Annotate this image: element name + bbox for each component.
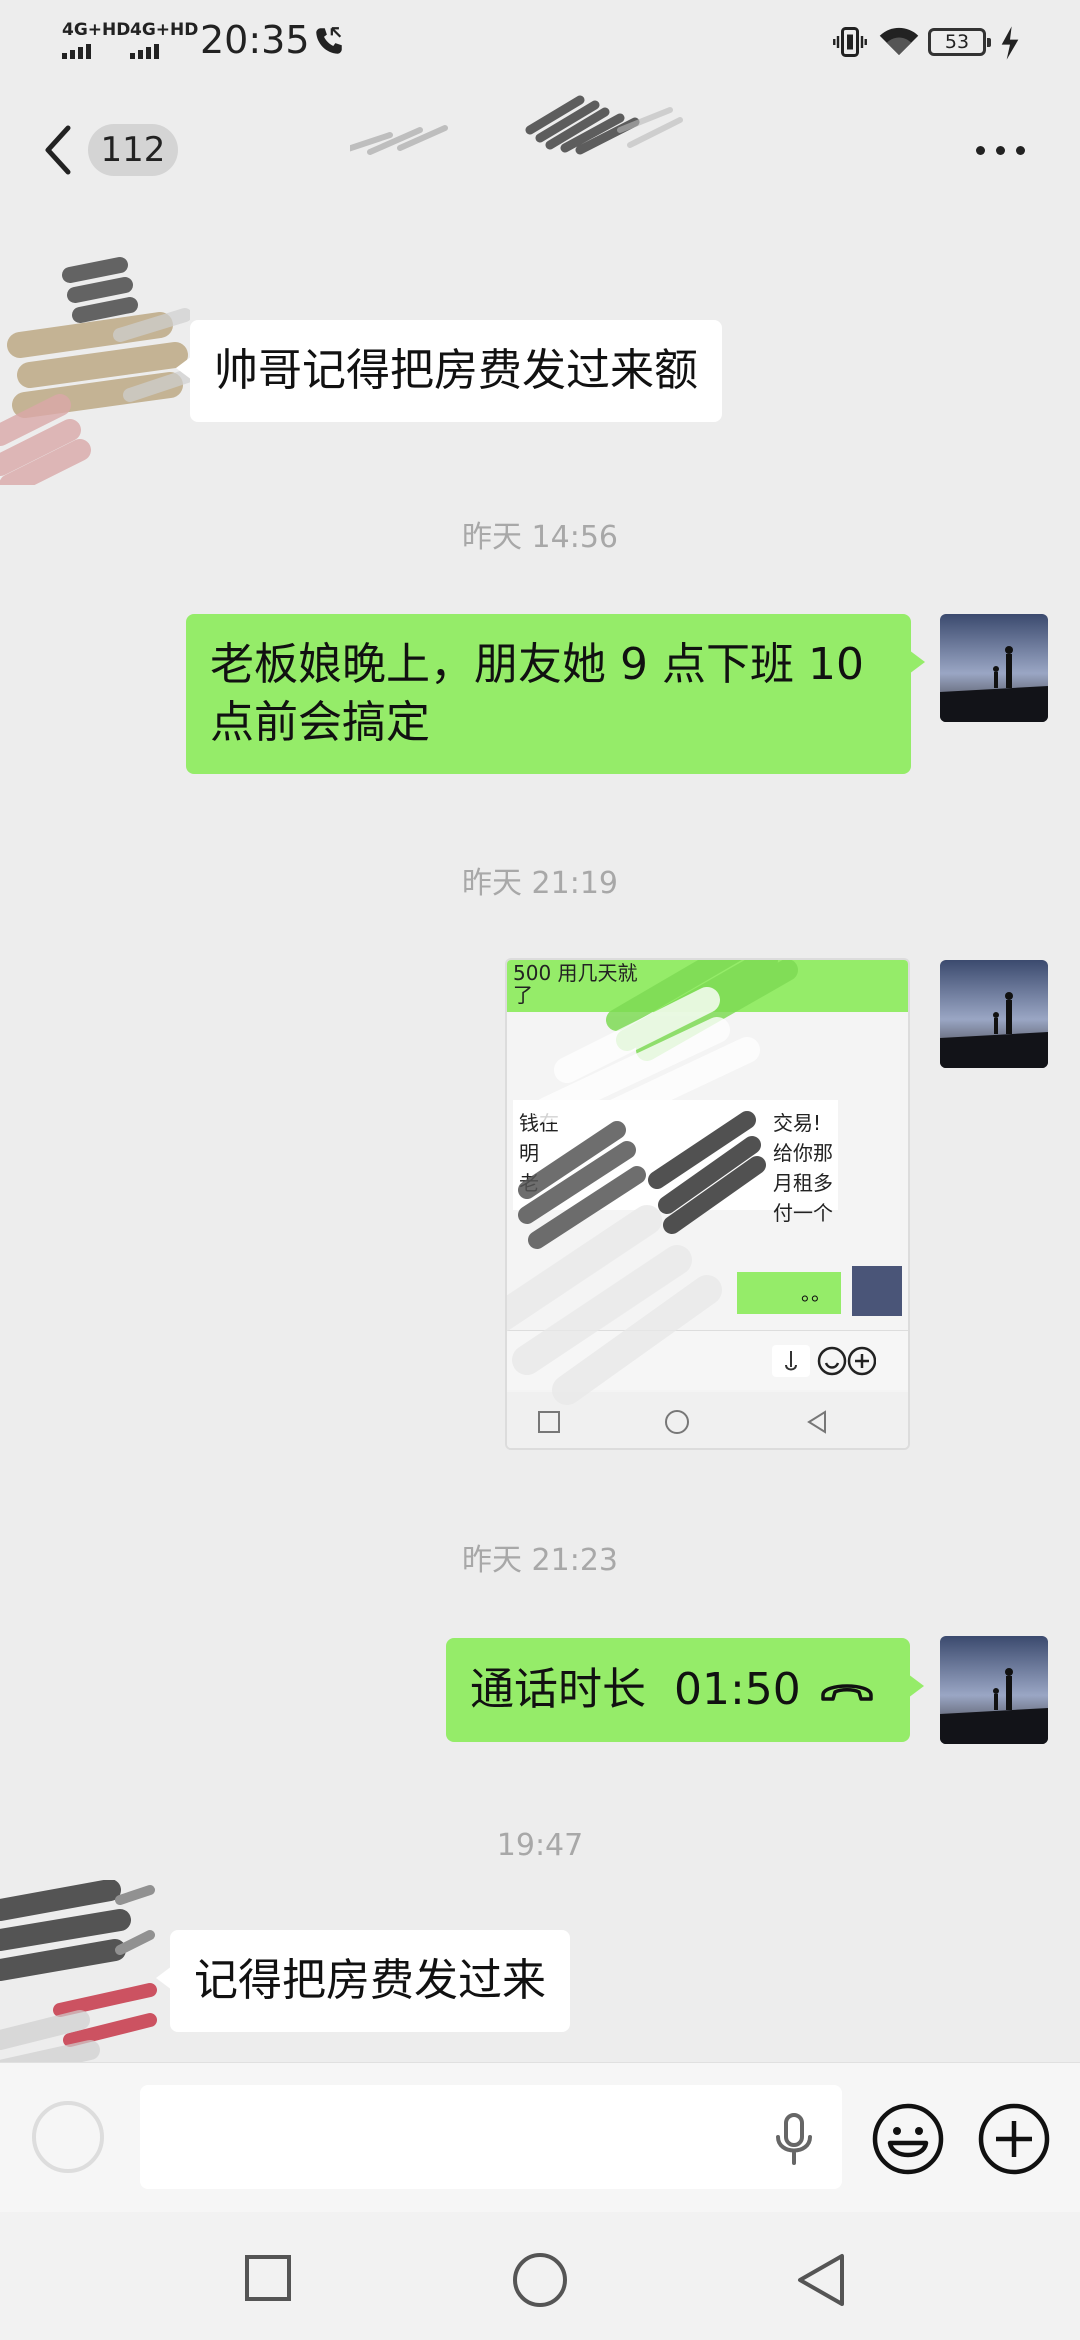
sim1-signal: 4G+HD bbox=[62, 20, 131, 59]
sim2-label: 4G+HD bbox=[130, 20, 199, 40]
image-message[interactable]: 500 用几天就 了 钱在 明 老 交易! 给你那 月租多 付一个 。。 bbox=[505, 958, 910, 1450]
timestamp: 昨天 21:23 bbox=[462, 1543, 618, 1578]
charging-icon bbox=[1001, 26, 1019, 60]
sim2-signal: 4G+HD bbox=[130, 20, 199, 59]
more-dots-icon bbox=[976, 146, 985, 155]
chevron-left-icon bbox=[45, 125, 71, 175]
home-icon[interactable] bbox=[512, 2252, 568, 2308]
message-text: 老板娘晚上，朋友她 9 点下班 10 点前会搞定 bbox=[210, 639, 864, 748]
redacted-chat-title bbox=[350, 95, 683, 155]
sim1-label: 4G+HD bbox=[62, 20, 131, 40]
message-bubble[interactable]: 记得把房费发过来 bbox=[156, 1930, 570, 2032]
recent-apps-icon[interactable] bbox=[244, 2254, 292, 2302]
signal-bars-icon bbox=[130, 42, 198, 59]
message-text: 帅哥记得把房费发过来额 bbox=[214, 345, 698, 396]
more-options-button[interactable] bbox=[972, 130, 1032, 170]
contact-avatar[interactable] bbox=[0, 1880, 160, 2080]
hang-up-phone-icon bbox=[821, 1684, 873, 1701]
timestamp: 19:47 bbox=[496, 1828, 584, 1863]
message-text: 记得把房费发过来 bbox=[194, 1955, 546, 2006]
redaction-scribble bbox=[507, 960, 798, 1405]
timestamp: 昨天 14:56 bbox=[462, 520, 618, 555]
unread-count-badge[interactable]: 112 bbox=[88, 124, 178, 176]
plus-icon[interactable] bbox=[976, 2101, 1052, 2177]
wifi-icon bbox=[879, 27, 919, 55]
clock: 20:35 bbox=[200, 18, 310, 62]
phone-call-icon bbox=[316, 27, 342, 54]
my-avatar[interactable] bbox=[940, 1636, 1048, 1744]
contact-avatar[interactable] bbox=[0, 255, 190, 485]
status-bar: 4G+HD 4G+HD 20:35 53 bbox=[0, 0, 1080, 84]
my-avatar[interactable] bbox=[940, 960, 1048, 1068]
more-dot bbox=[996, 146, 1005, 155]
my-avatar[interactable] bbox=[940, 614, 1048, 722]
signal-bars-icon bbox=[62, 42, 130, 59]
voice-icon[interactable] bbox=[28, 2097, 108, 2177]
timestamp: 昨天 21:19 bbox=[462, 866, 618, 901]
back-triangle-icon[interactable] bbox=[796, 2252, 846, 2308]
vibrate-icon bbox=[833, 27, 867, 57]
message-bubble[interactable]: 老板娘晚上，朋友她 9 点下班 10 点前会搞定 bbox=[186, 614, 925, 774]
mic-icon[interactable] bbox=[770, 2111, 818, 2167]
system-nav-bar bbox=[0, 2212, 1080, 2340]
battery-icon: 53 bbox=[928, 28, 991, 56]
call-duration-text: 通话时长 01:50 bbox=[470, 1664, 801, 1715]
input-bar bbox=[0, 2062, 1080, 2212]
message-bubble[interactable]: 帅哥记得把房费发过来额 bbox=[176, 320, 722, 422]
message-input[interactable] bbox=[140, 2085, 842, 2189]
back-button[interactable] bbox=[40, 118, 80, 182]
emoji-icon[interactable] bbox=[870, 2101, 946, 2177]
more-dot bbox=[1016, 146, 1025, 155]
call-record-bubble[interactable]: 通话时长 01:50 bbox=[446, 1638, 924, 1742]
battery-level: 53 bbox=[944, 31, 970, 53]
